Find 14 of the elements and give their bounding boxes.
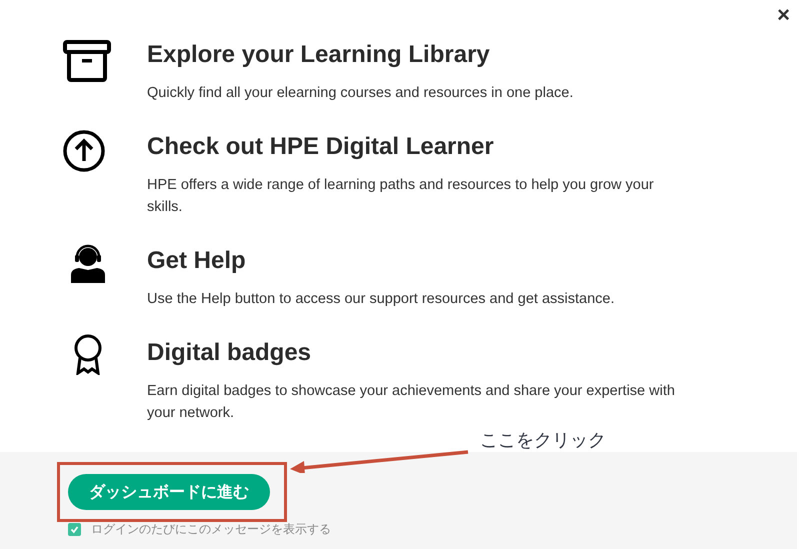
checkbox[interactable] [68, 523, 81, 536]
annotation-label: ここをクリック [480, 429, 606, 452]
feature-description: HPE offers a wide range of learning paths and resources to help you grow your skills. [147, 176, 655, 217]
feature-title: Digital badges [147, 338, 312, 368]
up-arrow-circle-icon [62, 129, 106, 173]
checkbox-label: ログインのたびにこのメッセージを表示する [91, 521, 331, 538]
feature-description: Use the Help button to access our support resources and get assistance. [147, 290, 614, 309]
feature-title: Get Help [147, 246, 247, 276]
close-button[interactable]: × [773, 4, 794, 26]
feature-description: Earn digital badges to showcase your achievements and share your expertise with your network. [147, 382, 676, 423]
feature-description: Quickly find all your elearning courses and resources in one place. [147, 84, 574, 103]
feature-title: Check out HPE Digital Learner [147, 132, 495, 162]
feature-title: Explore your Learning Library [147, 40, 491, 70]
archive-box-icon [62, 39, 112, 83]
